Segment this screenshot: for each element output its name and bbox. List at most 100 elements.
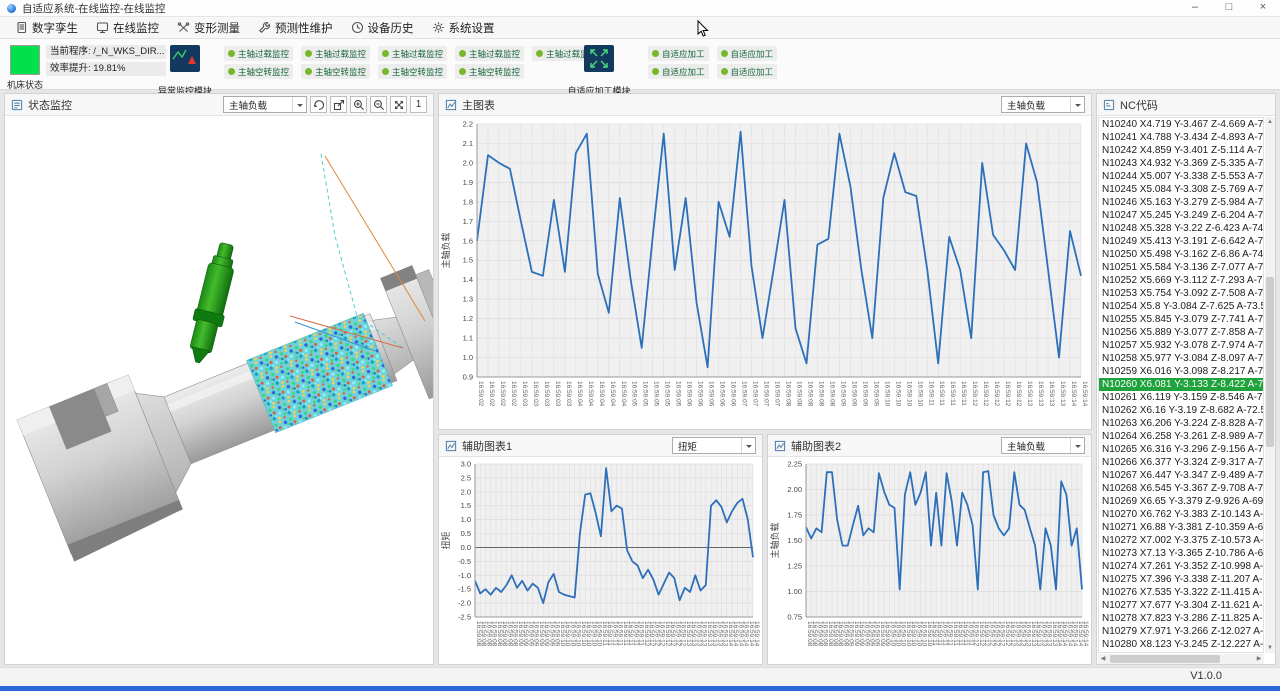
aux-chart1-panel: 辅助图表1 扭矩 -2.5-2.0-1.5-1.0-0.50.00.51.01.… (438, 434, 763, 665)
overload-monitor-button[interactable]: 主轴过载监控 (301, 46, 370, 61)
fit-view-icon[interactable] (390, 96, 407, 113)
machine-3d-viewport[interactable] (5, 116, 433, 664)
minimize-button[interactable]: – (1178, 0, 1212, 16)
nc-line[interactable]: N10259 X6.016 Y-3.098 Z-8.217 A-73.036 (1099, 365, 1263, 378)
svg-text:1.5: 1.5 (461, 501, 471, 510)
nc-line[interactable]: N10256 X5.889 Y-3.077 Z-7.858 A-73.348 (1099, 326, 1263, 339)
nc-line[interactable]: N10270 X6.762 Y-3.383 Z-10.143 A-69.34 (1099, 508, 1263, 521)
menu-item-deform-measure[interactable]: 变形测量 (168, 17, 249, 39)
nc-line[interactable]: N10269 X6.65 Y-3.379 Z-9.926 A-69.947 C (1099, 495, 1263, 508)
nc-line[interactable]: N10255 X5.845 Y-3.079 Z-7.741 A-73.458 (1099, 313, 1263, 326)
nc-line[interactable]: N10252 X5.669 Y-3.112 Z-7.293 A-73.844 (1099, 274, 1263, 287)
scrollbar-thumb[interactable] (1110, 655, 1220, 663)
adaptive-machining-button[interactable]: 自适应加工 (648, 46, 709, 61)
nc-line[interactable]: N10265 X6.316 Y-3.296 Z-9.156 A-71.771 (1099, 443, 1263, 456)
adaptive-module-icon[interactable] (584, 45, 614, 72)
adaptive-machining-button[interactable]: 自适应加工 (648, 64, 709, 79)
nc-line[interactable]: N10250 X5.498 Y-3.162 Z-6.86 A-74.178 C (1099, 248, 1263, 261)
overload-monitor-button[interactable]: 主轴过载监控 (224, 46, 293, 61)
nc-line[interactable]: N10274 X7.261 Y-3.352 Z-10.998 A-66.67 (1099, 560, 1263, 573)
main-chart-header: 主图表 主轴负载 (439, 94, 1091, 116)
nc-line[interactable]: N10243 X4.932 Y-3.369 Z-5.335 A-75.523 (1099, 157, 1263, 170)
nc-line[interactable]: N10272 X7.002 Y-3.375 Z-10.573 A-68.05 (1099, 534, 1263, 547)
status-toolbar: 机床状态 当前程序: /_N_WKS_DIR... 效率提升: 19.81% 异… (0, 39, 1280, 90)
overload-monitor-button[interactable]: 主轴过载监控 (455, 46, 524, 61)
scroll-up-icon[interactable]: ▲ (1265, 117, 1275, 127)
scroll-right-icon[interactable]: ▶ (1254, 654, 1264, 664)
nc-line[interactable]: N10268 X6.545 Y-3.367 Z-9.708 A-70.519 (1099, 482, 1263, 495)
svg-text:16:59:10: 16:59:10 (894, 381, 901, 407)
nc-line[interactable]: N10261 X6.119 Y-3.159 Z-8.546 A-72.701 (1099, 391, 1263, 404)
close-button[interactable]: × (1246, 0, 1280, 16)
status-dot-icon (228, 50, 235, 57)
nc-line[interactable]: N10273 X7.13 Y-3.365 Z-10.786 A-67.372 (1099, 547, 1263, 560)
nc-line[interactable]: N10279 X7.971 Y-3.266 Z-12.027 A-62.98 (1099, 625, 1263, 638)
nc-line[interactable]: N10276 X7.535 Y-3.322 Z-11.415 A-65.22 (1099, 586, 1263, 599)
orbit-view-button[interactable] (310, 96, 327, 113)
nc-line[interactable]: N10253 X5.754 Y-3.092 Z-7.508 A-73.677 (1099, 287, 1263, 300)
nc-line[interactable]: N10271 X6.88 Y-3.381 Z-10.359 A-68.711 (1099, 521, 1263, 534)
scrollbar-thumb[interactable] (1266, 277, 1274, 447)
status-dot-icon (459, 50, 466, 57)
zoom-in-icon[interactable] (350, 96, 367, 113)
nc-line[interactable]: N10254 X5.8 Y-3.084 Z-7.625 A-73.571 C (1099, 300, 1263, 313)
nc-line[interactable]: N10245 X5.084 Y-3.308 Z-5.769 A-75.088 (1099, 183, 1263, 196)
maximize-button[interactable]: □ (1212, 0, 1246, 16)
adaptive-machining-button[interactable]: 自适应加工 (717, 64, 778, 79)
idle-monitor-button[interactable]: 主轴空转监控 (301, 64, 370, 79)
nc-line[interactable]: N10263 X6.206 Y-3.224 Z-8.828 A-72.33 C (1099, 417, 1263, 430)
aux-chart1-signal-dropdown[interactable]: 扭矩 (672, 437, 756, 454)
svg-text:0.75: 0.75 (787, 613, 802, 622)
export-view-button[interactable] (330, 96, 347, 113)
adaptive-machining-button[interactable]: 自适应加工 (717, 46, 778, 61)
svg-text:16:59:10: 16:59:10 (905, 381, 912, 407)
nc-code-list: N10240 X4.719 Y-3.467 Z-4.669 A-76.396N1… (1098, 117, 1264, 653)
status-monitor-title: 状态监控 (28, 97, 72, 113)
window-title: 自适应系统-在线监控-在线监控 (22, 1, 166, 16)
nc-line[interactable]: N10260 X6.081 Y-3.133 Z-8.422 A-72.835 (1099, 378, 1263, 391)
zoom-level-button[interactable]: 1 (410, 96, 427, 113)
nc-line[interactable]: N10247 X5.245 Y-3.249 Z-6.204 A-74.701 (1099, 209, 1263, 222)
svg-text:16:59:10: 16:59:10 (916, 381, 923, 407)
idle-monitor-button[interactable]: 主轴空转监控 (378, 64, 447, 79)
nc-line[interactable]: N10267 X6.447 Y-3.347 Z-9.489 A-71.055 (1099, 469, 1263, 482)
svg-text:1.7: 1.7 (463, 217, 473, 226)
nc-line[interactable]: N10278 X7.823 Y-3.286 Z-11.825 A-63.73 (1099, 612, 1263, 625)
anomaly-module-icon[interactable] (170, 45, 200, 72)
menu-item-digital-twin[interactable]: 数字孪生 (6, 17, 87, 39)
idle-monitor-button[interactable]: 主轴空转监控 (224, 64, 293, 79)
aux-chart2-signal-dropdown[interactable]: 主轴负载 (1001, 437, 1085, 454)
menu-item-predictive-maintenance[interactable]: 预测性维护 (249, 17, 342, 39)
idle-monitor-button[interactable]: 主轴空转监控 (455, 64, 524, 79)
nc-line[interactable]: N10248 X5.328 Y-3.22 Z-6.423 A-74.52 C (1099, 222, 1263, 235)
scroll-down-icon[interactable]: ▼ (1265, 643, 1275, 653)
nc-line[interactable]: N10251 X5.584 Y-3.136 Z-7.077 A-74.012 (1099, 261, 1263, 274)
menu-item-system-settings[interactable]: 系统设置 (423, 17, 504, 39)
nc-line[interactable]: N10242 X4.859 Y-3.401 Z-5.114 A-75.775 (1099, 144, 1263, 157)
svg-text:2.0: 2.0 (463, 158, 473, 167)
scroll-left-icon[interactable]: ◀ (1098, 654, 1108, 664)
main-chart-signal-dropdown[interactable]: 主轴负载 (1001, 96, 1085, 113)
aux-chart1-canvas: -2.5-2.0-1.5-1.0-0.50.00.51.01.52.02.53.… (439, 457, 762, 664)
nc-vertical-scrollbar[interactable]: ▲ ▼ (1265, 117, 1275, 653)
nc-line[interactable]: N10275 X7.396 Y-3.338 Z-11.207 A-65.95 (1099, 573, 1263, 586)
left-panel-signal-dropdown[interactable]: 主轴负载 (223, 96, 307, 113)
nc-line[interactable]: N10280 X8.123 Y-3.245 Z-12.227 A-62.23 (1099, 638, 1263, 651)
nc-line[interactable]: N10249 X5.413 Y-3.191 Z-6.642 A-74.346 (1099, 235, 1263, 248)
idle-button-row: 主轴空转监控主轴空转监控主轴空转监控主轴空转监控 (224, 64, 524, 79)
nc-line[interactable]: N10257 X5.932 Y-3.078 Z-7.974 A-73.243 (1099, 339, 1263, 352)
nc-line[interactable]: N10258 X5.977 Y-3.084 Z-8.097 A-73.138 (1099, 352, 1263, 365)
nc-line[interactable]: N10244 X5.007 Y-3.338 Z-5.553 A-75.297 (1099, 170, 1263, 183)
nc-horizontal-scrollbar[interactable]: ◀ ▶ (1098, 654, 1264, 664)
zoom-out-icon[interactable] (370, 96, 387, 113)
menu-item-device-history[interactable]: 设备历史 (342, 17, 423, 39)
nc-line[interactable]: N10277 X7.677 Y-3.304 Z-11.621 A-64.48 (1099, 599, 1263, 612)
nc-line[interactable]: N10241 X4.788 Y-3.434 Z-4.893 A-76.062 (1099, 131, 1263, 144)
menu-item-online-monitor[interactable]: 在线监控 (87, 17, 168, 39)
nc-line[interactable]: N10240 X4.719 Y-3.467 Z-4.669 A-76.396 (1099, 118, 1263, 131)
overload-monitor-button[interactable]: 主轴过载监控 (378, 46, 447, 61)
nc-line[interactable]: N10262 X6.16 Y-3.19 Z-8.682 A-72.534 C (1099, 404, 1263, 417)
nc-line[interactable]: N10246 X5.163 Y-3.279 Z-5.984 A-74.892 (1099, 196, 1263, 209)
nc-line[interactable]: N10264 X6.258 Y-3.261 Z-8.989 A-72.072 (1099, 430, 1263, 443)
nc-line[interactable]: N10266 X6.377 Y-3.324 Z-9.317 A-71.443 (1099, 456, 1263, 469)
